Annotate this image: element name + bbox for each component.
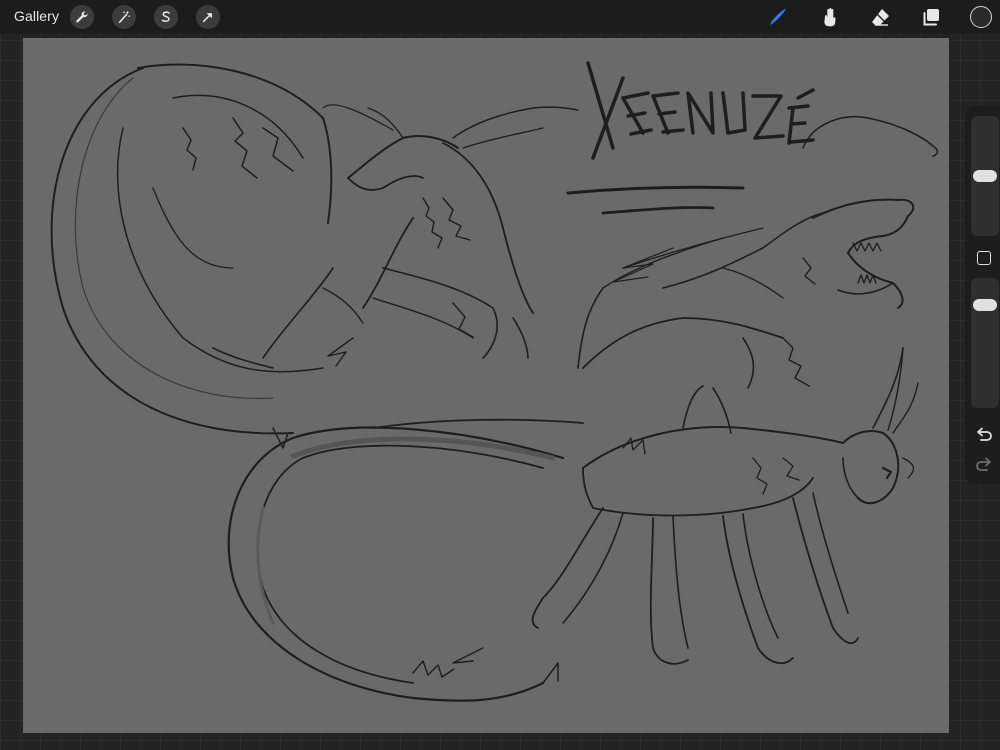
actions-button[interactable] bbox=[70, 5, 94, 29]
eraser-icon bbox=[872, 9, 889, 26]
sketch-dragon-top-left bbox=[50, 63, 579, 449]
modify-square-icon[interactable] bbox=[977, 251, 991, 265]
drawing-canvas[interactable] bbox=[23, 38, 949, 733]
opacity-slider[interactable] bbox=[971, 278, 999, 408]
magic-wand-icon bbox=[118, 10, 131, 24]
opacity-knob[interactable] bbox=[973, 298, 997, 311]
side-toolbar bbox=[965, 106, 1000, 484]
redo-icon[interactable] bbox=[973, 454, 995, 476]
smudge-tool-button[interactable] bbox=[817, 5, 841, 29]
transform-arrow-icon bbox=[202, 13, 212, 23]
wrench-icon bbox=[76, 11, 88, 23]
paint-tool-button[interactable] bbox=[766, 5, 790, 29]
selection-s-icon bbox=[161, 11, 170, 22]
top-toolbar: Gallery bbox=[0, 0, 1000, 34]
sketch-signature bbox=[566, 61, 815, 215]
layers-button[interactable] bbox=[919, 5, 943, 29]
undo-icon[interactable] bbox=[973, 424, 995, 446]
sketch-artwork bbox=[50, 61, 939, 702]
brush-icon bbox=[770, 8, 786, 25]
gallery-button[interactable]: Gallery bbox=[14, 8, 59, 24]
layers-icon bbox=[923, 9, 939, 26]
transform-button[interactable] bbox=[196, 5, 220, 29]
brush-size-slider[interactable] bbox=[971, 116, 999, 236]
color-picker-button[interactable] bbox=[970, 6, 992, 28]
selection-button[interactable] bbox=[154, 5, 178, 29]
brush-size-knob[interactable] bbox=[973, 170, 997, 182]
adjustments-button[interactable] bbox=[112, 5, 136, 29]
sketch-walking-creature bbox=[227, 347, 919, 702]
sketch-roaring-head bbox=[577, 116, 939, 389]
smudge-icon bbox=[824, 8, 836, 27]
eraser-tool-button[interactable] bbox=[868, 5, 892, 29]
